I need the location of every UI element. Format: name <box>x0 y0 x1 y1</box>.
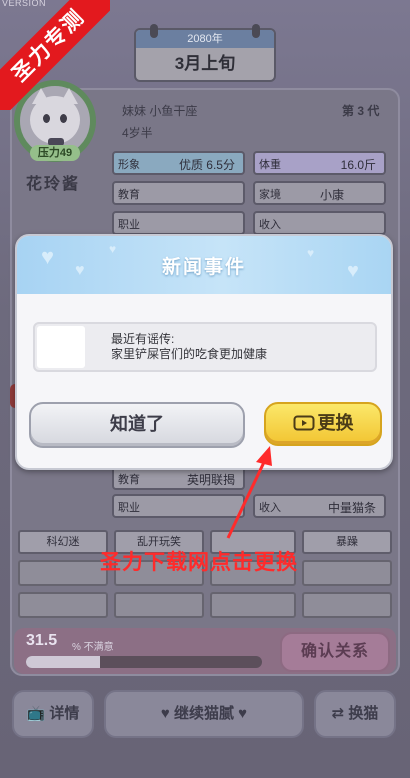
news-line-1: 最近有谣传: <box>111 332 175 346</box>
continue-button[interactable]: ♥ 继续猫腻 ♥ <box>104 690 304 738</box>
partner-job-label: 职业 <box>118 502 140 514</box>
family-label: 家境 <box>259 189 281 201</box>
news-content: 最近有谣传: 家里铲屎官们的吃食更加健康 <box>33 322 377 372</box>
news-text: 最近有谣传: 家里铲屎官们的吃食更加健康 <box>111 332 267 362</box>
job-field: 职业 <box>112 211 245 235</box>
job-label: 职业 <box>118 219 140 231</box>
switch-label: 换猫 <box>348 705 379 722</box>
education-label: 教育 <box>118 189 140 201</box>
income-field: 收入 <box>253 211 386 235</box>
empty-slot <box>302 592 392 618</box>
trait-tag: 科幻迷 <box>18 530 108 554</box>
partner-income-value: 中量猫条 <box>327 501 376 515</box>
appearance-value: 优质 6.5分 <box>178 158 235 172</box>
confirm-relationship-button[interactable]: 确认关系 <box>280 632 390 672</box>
weight-label: 体重 <box>259 159 281 171</box>
game-screen: VERSION 圣力专测 2080年 3月上旬 压力49 花玲酱 妹妹 小鱼干座… <box>0 0 410 778</box>
change-label: 更换 <box>317 413 354 433</box>
satisfaction-bar <box>26 656 262 668</box>
pressure-badge: 压力49 <box>30 145 80 161</box>
cat-age: 4岁半 <box>122 126 153 140</box>
dialog-title: 新闻事件 <box>161 257 246 278</box>
heart-icon: ♥ <box>238 705 248 722</box>
empty-slot <box>210 592 296 618</box>
weight-field: 体重 16.0斤 <box>253 151 386 175</box>
cat-eye-left <box>43 114 50 123</box>
partner-job-field: 职业 <box>112 494 245 518</box>
partner-education-value: 英明联揭 <box>186 473 235 487</box>
ribbon-text: 圣力专测 <box>0 0 110 110</box>
news-line-2: 家里铲屎官们的吃食更加健康 <box>111 347 268 361</box>
appearance-field: 形象 优质 6.5分 <box>112 151 245 175</box>
calendar-ring-right <box>252 24 260 38</box>
news-event-dialog: ♥ ♥ ♥ ♥ ♥ 新闻事件 最近有谣传: 家里铲屎官们的吃食更加健康 知道了 … <box>15 234 393 470</box>
calendar-ring-left <box>150 24 158 38</box>
swap-icon: ⇄ <box>331 705 345 722</box>
partner-income-field: 收入 中量猫条 <box>253 494 386 518</box>
continue-label: 继续猫腻 <box>173 705 234 722</box>
satisfaction-unit: % 不满意 <box>72 642 114 653</box>
satisfaction-score: 31.5 <box>26 632 58 649</box>
empty-slot <box>18 592 108 618</box>
family-value: 小康 <box>319 188 344 202</box>
heart-icon: ♥ <box>160 705 170 722</box>
income-label: 收入 <box>259 219 281 231</box>
corner-ribbon: 圣力专测 <box>0 0 110 110</box>
empty-slot <box>302 560 392 586</box>
details-label: 详情 <box>49 705 80 722</box>
cat-tags: 妹妹 小鱼干座 <box>122 104 198 118</box>
partner-education-label: 教育 <box>118 474 140 486</box>
partner-income-label: 收入 <box>259 502 281 514</box>
appearance-label: 形象 <box>118 159 140 171</box>
weight-value: 16.0斤 <box>340 158 376 172</box>
trait-tag: 暴躁 <box>302 530 392 554</box>
empty-slot <box>18 560 108 586</box>
tv-icon: 📺 <box>26 705 46 722</box>
news-thumbnail <box>37 326 85 368</box>
switch-cat-button[interactable]: ⇄ 换猫 <box>314 690 396 738</box>
video-icon <box>293 415 314 431</box>
details-button[interactable]: 📺 详情 <box>12 690 94 738</box>
family-field: 家境 小康 <box>253 181 386 205</box>
empty-slot <box>114 592 204 618</box>
cat-generation: 第 3 代 <box>342 104 380 118</box>
cat-eye-right <box>60 114 67 123</box>
cat-name: 花玲酱 <box>26 176 81 193</box>
annotation-text: 圣力下载网点击更换 <box>100 551 298 574</box>
education-field: 教育 <box>112 181 245 205</box>
change-button[interactable]: 更换 <box>264 402 382 446</box>
acknowledge-button[interactable]: 知道了 <box>29 402 245 448</box>
calendar-period: 3月上旬 <box>174 54 236 73</box>
satisfaction-bar-fill <box>26 656 101 668</box>
